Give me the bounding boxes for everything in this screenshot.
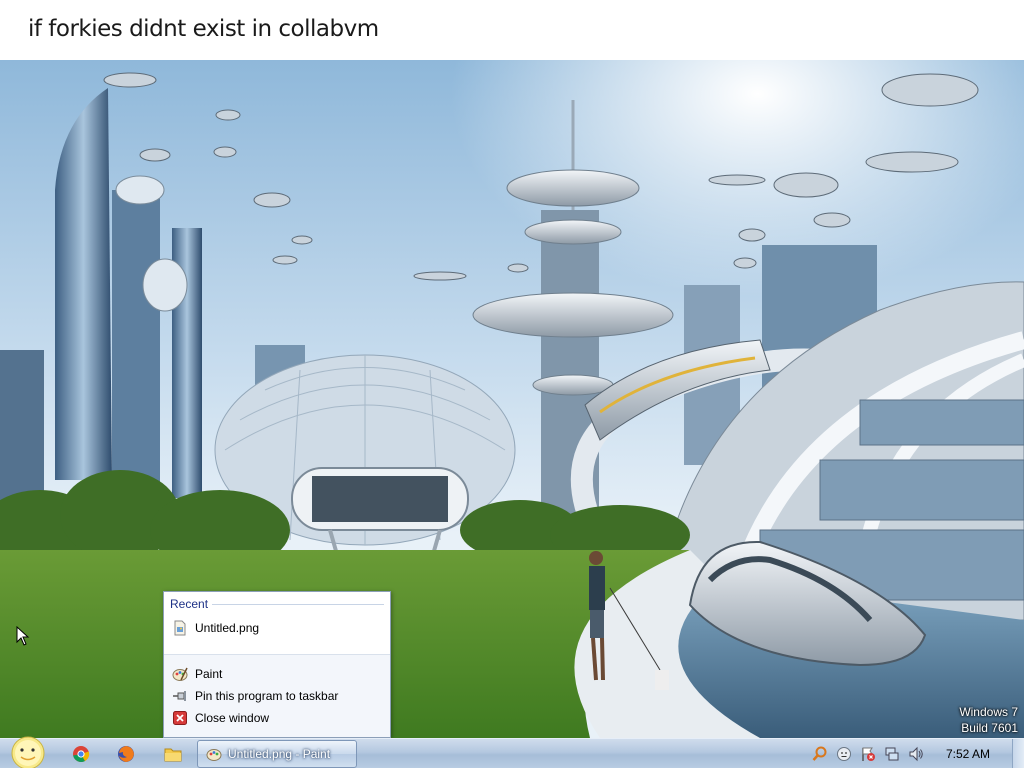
taskbar-firefox-button[interactable] xyxy=(107,741,145,767)
paint-jump-list: Recent Untitled.png Paint Pin this progr… xyxy=(163,591,391,738)
jump-list-item-untitled-png[interactable]: Untitled.png xyxy=(168,617,386,639)
paint-icon xyxy=(172,666,188,682)
taskbar-window-label: Untitled.png - Paint xyxy=(228,747,331,761)
action-center-flag-icon[interactable] xyxy=(860,746,876,762)
caption-bar: if forkies didnt exist in collabvm xyxy=(0,0,1024,60)
start-button[interactable] xyxy=(8,735,48,768)
system-tray: 7:52 AM xyxy=(808,739,1004,768)
desktop-wallpaper: if forkies didnt exist in collabvm Windo… xyxy=(0,0,1024,738)
jump-list-task-pin[interactable]: Pin this program to taskbar xyxy=(168,685,386,707)
jump-list-item-label: Untitled.png xyxy=(195,621,260,635)
firefox-icon xyxy=(118,746,134,762)
jump-list-header-divider xyxy=(212,604,384,605)
paint-icon xyxy=(206,746,222,762)
start-orb-icon xyxy=(11,736,45,768)
watermark-build: Build 7601 xyxy=(961,721,1018,735)
jump-list-separator xyxy=(164,654,390,655)
network-icon[interactable] xyxy=(884,746,900,762)
mouse-cursor-icon xyxy=(16,626,30,646)
jump-list-recent-header: Recent xyxy=(170,597,209,611)
folder-icon xyxy=(164,748,182,762)
taskbar-explorer-button[interactable] xyxy=(154,741,192,767)
volume-icon[interactable] xyxy=(908,746,924,762)
wallpaper-caption: if forkies didnt exist in collabvm xyxy=(28,16,379,42)
png-file-icon xyxy=(172,620,188,636)
watermark-os-name: Windows 7 xyxy=(959,705,1018,719)
close-window-icon xyxy=(172,710,188,726)
pin-icon xyxy=(172,688,188,704)
jump-list-task-label: Paint xyxy=(195,667,223,681)
taskbar-chrome-button[interactable] xyxy=(62,741,100,767)
futuristic-city-scene xyxy=(0,60,1024,738)
taskbar: Untitled.png - Paint 7:52 AM xyxy=(0,735,1024,768)
search-icon[interactable] xyxy=(812,746,828,762)
chrome-icon xyxy=(73,746,90,763)
smiley-icon[interactable] xyxy=(836,746,852,762)
jump-list-task-close-window[interactable]: Close window xyxy=(168,707,386,729)
show-desktop-button[interactable] xyxy=(1012,739,1024,768)
jump-list-task-label: Pin this program to taskbar xyxy=(195,689,339,703)
jump-list-task-label: Close window xyxy=(195,711,270,725)
windows-build-watermark: Windows 7 Build 7601 xyxy=(959,704,1018,736)
jump-list-task-paint[interactable]: Paint xyxy=(168,663,386,685)
taskbar-clock[interactable]: 7:52 AM xyxy=(946,747,990,761)
taskbar-paint-window-button[interactable]: Untitled.png - Paint xyxy=(197,740,357,768)
